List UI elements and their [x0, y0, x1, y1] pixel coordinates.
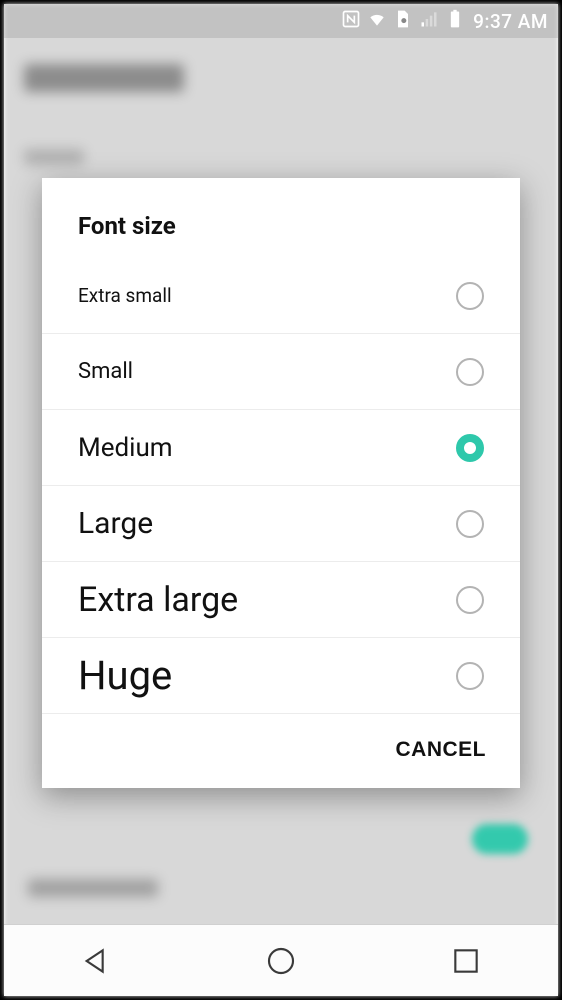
dialog-title: Font size: [42, 178, 520, 258]
wifi-icon: [367, 9, 387, 34]
sim-icon: [393, 9, 413, 34]
option-huge[interactable]: Huge: [42, 638, 520, 714]
radio-icon: [456, 662, 484, 690]
cancel-button[interactable]: CANCEL: [396, 738, 487, 762]
option-label: Extra large: [78, 580, 238, 620]
dialog-actions: CANCEL: [42, 714, 520, 782]
radio-icon: [456, 282, 484, 310]
option-label: Small: [78, 359, 133, 384]
status-bar: 9:37 AM: [4, 4, 558, 38]
option-extra-large[interactable]: Extra large: [42, 562, 520, 638]
status-time: 9:37 AM: [473, 10, 548, 33]
background-toggle-blur: [472, 824, 528, 854]
radio-icon: [456, 586, 484, 614]
option-label: Medium: [78, 433, 173, 463]
square-recent-icon: [450, 945, 482, 977]
radio-icon: [456, 358, 484, 386]
radio-checked-icon: [456, 434, 484, 462]
radio-icon: [456, 510, 484, 538]
option-medium[interactable]: Medium: [42, 410, 520, 486]
circle-home-icon: [265, 945, 297, 977]
triangle-back-icon: [80, 945, 112, 977]
navigation-bar: [4, 924, 558, 996]
option-label: Large: [78, 506, 153, 541]
background-subline-blur: [24, 149, 84, 165]
option-label: Huge: [78, 652, 172, 699]
nav-back-button[interactable]: [41, 925, 151, 997]
signal-icon: [419, 9, 439, 34]
option-label: Extra small: [78, 284, 172, 307]
device-frame: 9:37 AM Font size Extra small Small Medi…: [0, 0, 562, 1000]
nfc-icon: [341, 9, 361, 34]
nav-home-button[interactable]: [226, 925, 336, 997]
option-extra-small[interactable]: Extra small: [42, 258, 520, 334]
option-small[interactable]: Small: [42, 334, 520, 410]
background-title-blur: [24, 64, 184, 92]
battery-icon: [445, 9, 465, 34]
nav-recent-button[interactable]: [411, 925, 521, 997]
option-large[interactable]: Large: [42, 486, 520, 562]
background-label-blur: [28, 879, 158, 897]
font-size-dialog: Font size Extra small Small Medium Large…: [42, 178, 520, 788]
